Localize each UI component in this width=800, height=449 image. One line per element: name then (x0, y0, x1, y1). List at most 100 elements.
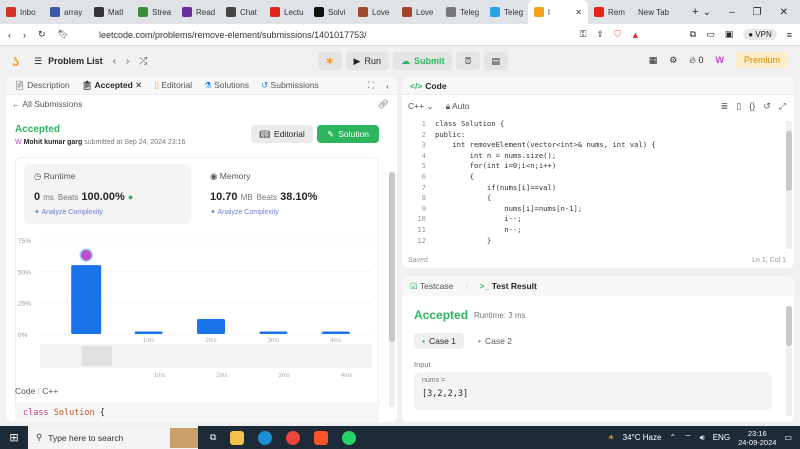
chrome-icon[interactable] (286, 430, 301, 445)
vpn-button[interactable]: ● VPN (743, 29, 777, 40)
reload-icon[interactable]: ↻ (38, 29, 46, 40)
memory-card[interactable]: ◉ Memory 10.70 MB Beats 38.10% ✦ Analyze … (208, 164, 375, 224)
browser-tab[interactable]: Love (352, 0, 396, 24)
tab-testcase[interactable]: ☑ Testcase (410, 281, 453, 292)
tab-accepted[interactable]: 📋︎ Accepted ✕ (82, 80, 143, 91)
url-field[interactable]: leetcode.com/problems/remove-element/sub… (99, 30, 568, 40)
brave-rewards-icon[interactable]: ▲ (631, 30, 640, 40)
close-window-icon[interactable]: ✕ (780, 7, 788, 18)
sidebar-icon[interactable]: ▭ (706, 29, 715, 40)
bar-3ms[interactable] (259, 331, 288, 334)
notification-icon[interactable]: ▭ (784, 433, 792, 442)
file-explorer-icon[interactable] (230, 430, 245, 445)
tab-description[interactable]: 📄︎ Description (14, 80, 70, 91)
result-scrollbar[interactable] (786, 306, 792, 416)
minimize-icon[interactable]: – (729, 7, 735, 18)
tab-active[interactable]: l ✕ (528, 0, 588, 24)
premium-button[interactable]: Premium (735, 52, 788, 68)
notes-button[interactable]: ▤ (483, 52, 509, 70)
analyze-complexity-link[interactable]: ✦ Analyze Complexity (210, 208, 373, 216)
bar-1ms[interactable] (134, 331, 163, 334)
prev-problem-icon[interactable]: ‹ (113, 56, 116, 67)
format-icon[interactable]: ≣ (721, 101, 729, 112)
tab-editorial[interactable]: ▯ Editorial (154, 80, 192, 91)
bar-4ms[interactable] (321, 331, 350, 334)
extensions-icon[interactable]: ⧉ (690, 29, 696, 40)
chart-overview[interactable]: 1ms 2ms 3ms 4ms (40, 344, 372, 380)
browser-tab[interactable]: Love (396, 0, 440, 24)
tab-solutions[interactable]: ⚗ Solutions (204, 80, 249, 91)
bookmark-icon[interactable]: ▯ (736, 101, 741, 112)
editor-scrollbar[interactable] (786, 121, 792, 249)
all-submissions-link[interactable]: ← All Submissions (12, 99, 82, 109)
bookmark-icon[interactable]: 🔖︎ (58, 29, 69, 40)
user-name[interactable]: Mohit kumar garg (24, 139, 83, 146)
fire-streak[interactable]: 🔥︎ 0 (689, 55, 703, 66)
plus-icon[interactable]: + (692, 6, 698, 18)
editorial-button[interactable]: 📖︎ Editorial (251, 125, 313, 143)
taskbar-search[interactable]: ⚲ Type here to search (28, 426, 198, 449)
back-icon[interactable]: ‹ (8, 30, 11, 40)
tab-remove[interactable]: Rem (588, 0, 632, 24)
avatar[interactable]: W (715, 55, 724, 65)
browser-tab[interactable]: Inbo (0, 0, 44, 24)
share-icon[interactable]: ⇪ (597, 29, 605, 40)
browser-tab[interactable]: Read (176, 0, 220, 24)
language-select[interactable]: C++ ⌄ (408, 101, 434, 112)
browser-tab[interactable]: array (44, 0, 88, 24)
close-icon[interactable]: ✕ (575, 8, 582, 17)
next-problem-icon[interactable]: › (126, 56, 129, 67)
browser-tab[interactable]: Strea (132, 0, 176, 24)
analyze-complexity-link[interactable]: ✦ Analyze Complexity (34, 208, 181, 216)
expand-icon[interactable]: ⛶ (368, 80, 374, 91)
browser-tab[interactable]: Chat (220, 0, 264, 24)
submit-button[interactable]: ☁ Submit (392, 52, 453, 70)
tab-new-tab[interactable]: New Tab (632, 0, 690, 24)
leetcode-logo-icon[interactable]: ʖ (12, 54, 24, 69)
bar-2ms[interactable] (197, 318, 225, 334)
browser-tab[interactable]: Teleg (484, 0, 528, 24)
link-icon[interactable]: 🔗︎ (378, 99, 389, 110)
run-button[interactable]: ▶ Run (345, 52, 389, 70)
key-icon[interactable]: ⚿ (580, 29, 587, 40)
edge-icon[interactable] (258, 430, 273, 445)
runtime-card[interactable]: ◷ Runtime 0 ms Beats 100.00% ● ✦ Analyze … (24, 164, 191, 224)
case-2-tab[interactable]: • Case 2 (470, 333, 520, 349)
auto-toggle[interactable]: 🔒︎ Auto (446, 101, 470, 112)
collapse-icon[interactable]: ‹ (386, 81, 389, 91)
tab-submissions[interactable]: ↺ Submissions (261, 80, 319, 91)
bar-0ms[interactable] (71, 265, 102, 334)
forward-icon[interactable]: › (23, 30, 26, 40)
case-1-tab[interactable]: • Case 1 (414, 333, 464, 349)
chevron-down-icon[interactable]: ⌄ (703, 7, 711, 18)
network-icon[interactable]: ⌔ (684, 433, 692, 443)
brave-shield-icon[interactable]: ⛉ (614, 29, 621, 40)
maximize-icon[interactable]: ❐ (753, 7, 762, 18)
solution-button[interactable]: ✎ Solution (317, 125, 379, 143)
browser-tab[interactable]: Matl (88, 0, 132, 24)
braces-icon[interactable]: {} (749, 101, 755, 112)
fullscreen-icon[interactable]: ⤢ (779, 101, 786, 112)
windows-start-icon[interactable]: ⊞ (0, 431, 28, 444)
timer-button[interactable]: ⏰︎ (456, 52, 480, 70)
overview-selection[interactable] (82, 346, 112, 366)
settings-icon[interactable]: ⚙ (669, 55, 677, 66)
reset-icon[interactable]: ↺ (763, 101, 771, 112)
code-area[interactable]: 1 class Solution {2 public: 3 int removeEle… (408, 119, 783, 247)
language-indicator[interactable]: ENG (713, 433, 730, 442)
brave-icon[interactable] (314, 430, 329, 445)
weather-label[interactable]: 34°C Haze (623, 433, 662, 442)
whatsapp-icon[interactable] (342, 430, 357, 445)
debug-button[interactable]: ✱ (318, 52, 342, 70)
browser-tab[interactable]: Teleg (440, 0, 484, 24)
browser-tab[interactable]: Solvi (308, 0, 352, 24)
tab-test-result[interactable]: >_ Test Result (480, 281, 537, 291)
layout-icon[interactable]: ▦ (649, 55, 658, 66)
volume-icon[interactable]: 🔊︎ (700, 433, 705, 443)
close-icon[interactable]: ✕ (135, 80, 142, 90)
menu-icon[interactable]: ≡ (787, 30, 792, 40)
task-view-icon[interactable]: ⧉ (210, 432, 216, 443)
left-scrollbar[interactable] (389, 172, 395, 407)
problem-list-link[interactable]: Problem List (48, 56, 103, 66)
browser-tab[interactable]: Lectu (264, 0, 308, 24)
